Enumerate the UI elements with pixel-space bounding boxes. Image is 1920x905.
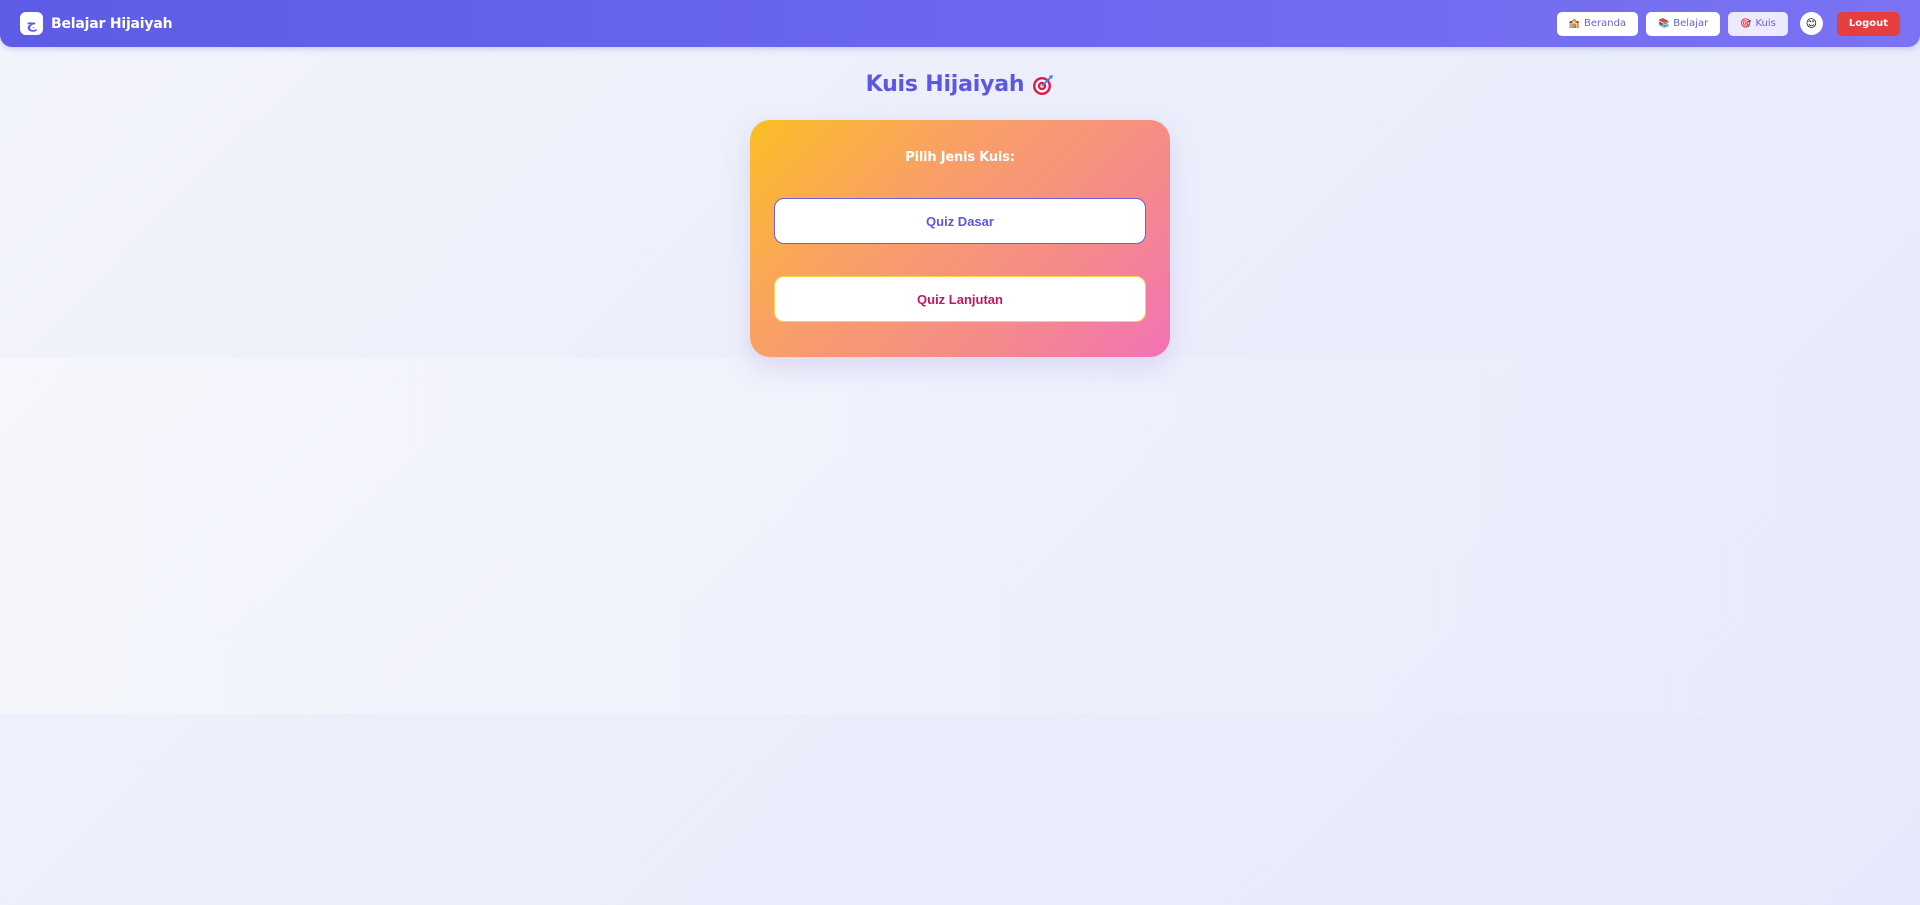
quiz-advanced-button[interactable]: Quiz Lanjutan xyxy=(774,276,1146,322)
background-band xyxy=(0,358,1920,714)
quiz-basic-button[interactable]: Quiz Dasar xyxy=(774,198,1146,244)
page-title: Kuis Hijaiyah xyxy=(0,72,1920,97)
books-icon: 📚 xyxy=(1658,18,1670,29)
nav-item-label: Beranda xyxy=(1583,18,1627,29)
avatar[interactable]: 😊 xyxy=(1799,12,1823,35)
logout-button[interactable]: Logout xyxy=(1836,11,1900,36)
nav-menu: 🏫 Beranda 📚 Belajar 🎯 Kuis 😊 Logout xyxy=(1556,11,1900,36)
nav-item-belajar[interactable]: 📚 Belajar xyxy=(1646,11,1721,36)
page-title-text: Kuis Hijaiyah xyxy=(865,72,1025,97)
quiz-type-card: Pilih Jenis Kuis: Quiz Dasar Quiz Lanjut… xyxy=(750,120,1170,357)
target-icon: 🎯 xyxy=(1740,18,1752,29)
navbar: ج Belajar Hijaiyah 🏫 Beranda 📚 Belajar 🎯… xyxy=(0,0,1920,47)
brand[interactable]: ج Belajar Hijaiyah xyxy=(20,12,173,35)
card-label: Pilih Jenis Kuis: xyxy=(905,150,1015,165)
target-icon xyxy=(1032,74,1054,96)
nav-item-label: Kuis xyxy=(1755,18,1776,29)
nav-item-label: Belajar xyxy=(1673,18,1709,29)
nav-item-kuis[interactable]: 🎯 Kuis xyxy=(1728,11,1788,36)
nav-item-beranda[interactable]: 🏫 Beranda xyxy=(1556,11,1639,36)
app-logo: ج xyxy=(20,12,43,35)
school-icon: 🏫 xyxy=(1568,18,1580,29)
app-title: Belajar Hijaiyah xyxy=(51,15,173,32)
